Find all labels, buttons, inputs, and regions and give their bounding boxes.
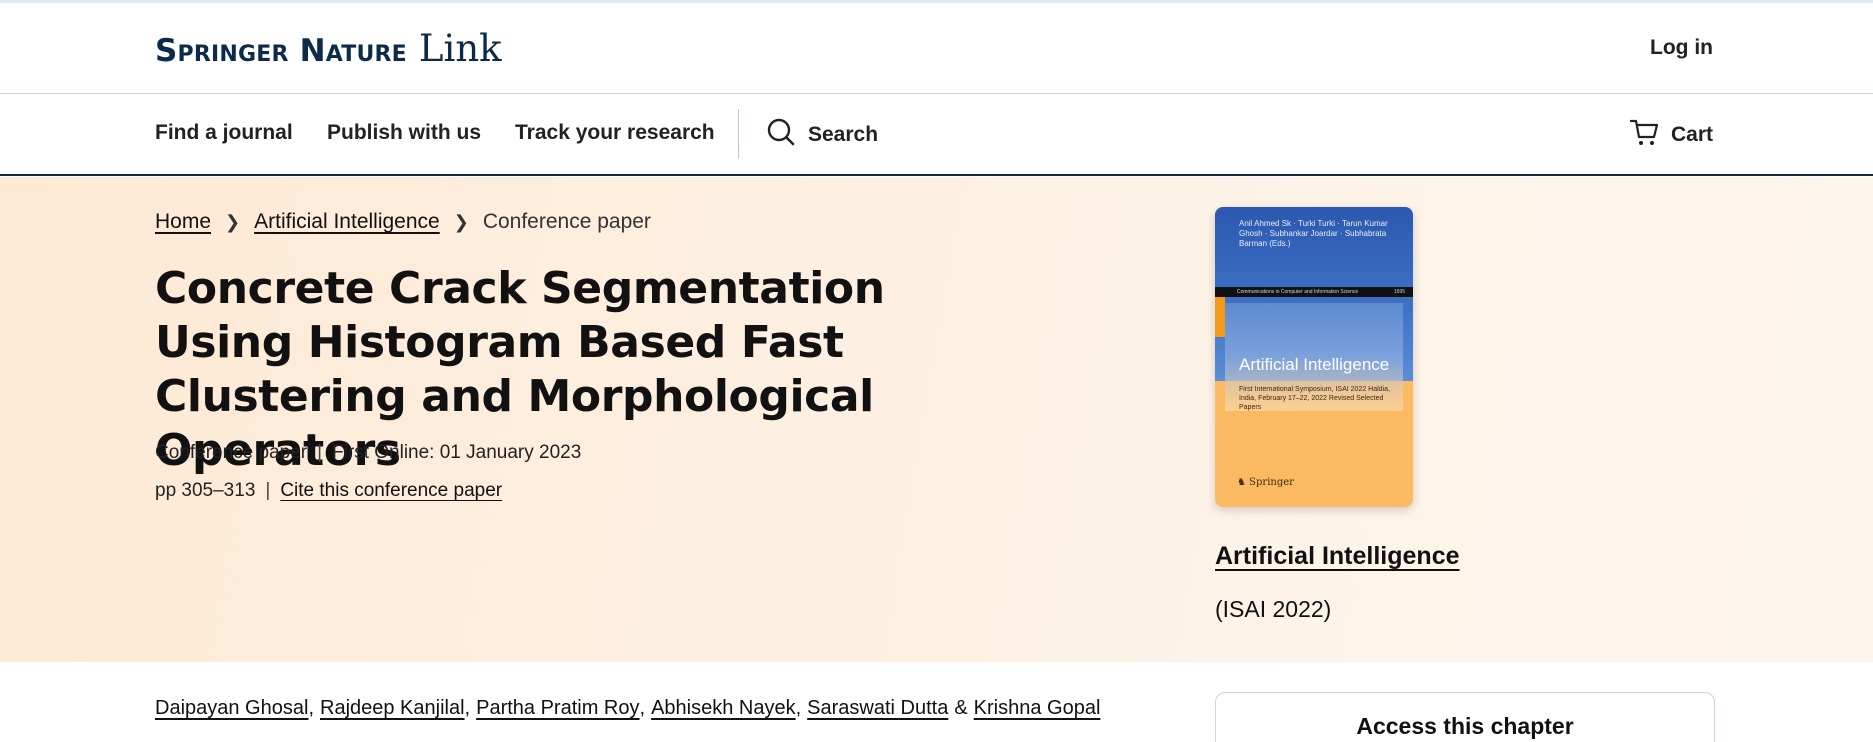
book-series: (ISAI 2022): [1215, 596, 1332, 622]
search-button[interactable]: Search: [766, 117, 878, 153]
logo-link-text: Link: [418, 27, 502, 70]
author-separator: ,: [639, 697, 646, 719]
book-cover[interactable]: Anil Ahmed Sk · Turki Turki · Tarun Kuma…: [1215, 207, 1413, 507]
cart-icon: [1629, 117, 1659, 153]
search-icon: [766, 117, 796, 153]
author-link[interactable]: Krishna Gopal: [974, 697, 1101, 720]
cart-label: Cart: [1670, 123, 1713, 146]
article-type: Conference paper: [155, 442, 308, 463]
cover-subtitle: First International Symposium, ISAI 2022…: [1239, 386, 1390, 411]
site-header: Springer Nature Link Log in: [0, 3, 1873, 94]
book-title-link[interactable]: Artificial Intelligence: [1215, 542, 1460, 571]
author-separator: ,: [308, 697, 314, 719]
author-separator: &: [954, 697, 968, 719]
author-link[interactable]: Daipayan Ghosal: [155, 697, 308, 720]
article-hero: Home ❯ Artificial Intelligence ❯ Confere…: [0, 177, 1873, 662]
cart-button[interactable]: Cart: [1629, 117, 1713, 153]
login-link[interactable]: Log in: [1650, 36, 1713, 60]
chevron-right-icon: ❯: [453, 211, 469, 232]
access-chapter-box: Access this chapter: [1215, 692, 1715, 742]
author-list: Daipayan Ghosal, Rajdeep Kanjilal, Parth…: [155, 697, 1100, 720]
author-link[interactable]: Partha Pratim Roy: [476, 697, 639, 720]
search-label: Search: [808, 123, 879, 146]
breadcrumb-current: Conference paper: [482, 210, 651, 233]
author-link[interactable]: Rajdeep Kanjilal: [320, 697, 465, 720]
meta-separator: |: [265, 480, 271, 501]
page-range: pp 305–313: [155, 480, 256, 501]
cover-series-band: Communications in Computer and Informati…: [1215, 287, 1413, 297]
article-pages-cite: pp 305–313 | Cite this conference paper: [155, 480, 502, 502]
breadcrumb-artificial-intelligence[interactable]: Artificial Intelligence: [254, 210, 440, 234]
chevron-right-icon: ❯: [225, 211, 241, 232]
author-separator: ,: [464, 697, 471, 719]
breadcrumb: Home ❯ Artificial Intelligence ❯ Confere…: [155, 210, 651, 234]
cite-link[interactable]: Cite this conference paper: [280, 480, 502, 501]
author-separator: ,: [795, 697, 802, 719]
cover-volume: 1695: [1393, 289, 1405, 295]
author-link[interactable]: Abhisekh Nayek: [651, 697, 796, 720]
nav-find-journal[interactable]: Find a journal: [155, 121, 293, 145]
cover-orange-tab: [1215, 297, 1225, 337]
cover-title: Artificial Intelligence: [1239, 355, 1390, 374]
nav-track-research[interactable]: Track your research: [515, 121, 715, 145]
logo-brand: Springer Nature: [155, 33, 407, 69]
access-title: Access this chapter: [1356, 713, 1574, 739]
nav-divider: [738, 109, 739, 159]
author-link[interactable]: Saraswati Dutta: [807, 697, 948, 720]
cover-authors: Anil Ahmed Sk · Turki Turki · Tarun Kuma…: [1239, 219, 1388, 248]
main-nav: Find a journal Publish with us Track you…: [0, 95, 1873, 176]
springer-nature-link-logo[interactable]: Springer Nature Link: [155, 27, 502, 70]
cover-publisher-name: Springer: [1249, 477, 1294, 488]
cover-publisher: ♞ Springer: [1237, 477, 1294, 488]
first-online-date: First Online: 01 January 2023: [332, 442, 582, 463]
article-meta: Conference paper | First Online: 01 Januar…: [155, 442, 581, 464]
meta-separator: |: [317, 442, 323, 463]
breadcrumb-home[interactable]: Home: [155, 210, 211, 234]
cover-series: Communications in Computer and Informati…: [1237, 289, 1359, 295]
nav-publish-with-us[interactable]: Publish with us: [327, 121, 481, 145]
